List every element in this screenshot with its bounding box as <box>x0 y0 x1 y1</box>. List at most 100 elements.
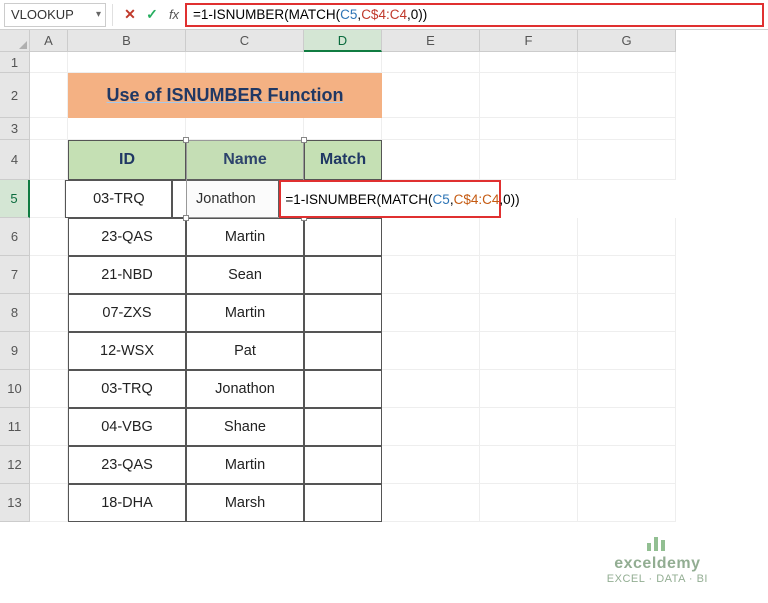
table-cell-id[interactable]: 03-TRQ <box>65 180 172 218</box>
cell-A12[interactable] <box>30 446 68 484</box>
row-header-6[interactable]: 6 <box>0 218 30 256</box>
table-cell-name[interactable]: Martin <box>186 218 304 256</box>
cell-A11[interactable] <box>30 408 68 446</box>
cell-E8[interactable] <box>382 294 480 332</box>
table-cell-name[interactable]: Sean <box>186 256 304 294</box>
cell-G9[interactable] <box>578 332 676 370</box>
cell-A6[interactable] <box>30 218 68 256</box>
cell-G11[interactable] <box>578 408 676 446</box>
cell-F10[interactable] <box>480 370 578 408</box>
table-cell-name[interactable]: Martin <box>186 446 304 484</box>
table-cell-match[interactable] <box>304 294 382 332</box>
formula-input[interactable]: =1-ISNUMBER(MATCH(C5,C$4:C4,0)) <box>185 3 764 27</box>
table-cell-match[interactable] <box>304 332 382 370</box>
row-header-11[interactable]: 11 <box>0 408 30 446</box>
row-header-2[interactable]: 2 <box>0 73 30 118</box>
insert-function-button[interactable]: fx <box>163 3 185 27</box>
cell-F7[interactable] <box>480 256 578 294</box>
cell-G1[interactable] <box>578 52 676 73</box>
cell-B3[interactable] <box>68 118 186 140</box>
cell-C1[interactable] <box>186 52 304 73</box>
cell-E4[interactable] <box>382 140 480 180</box>
table-cell-match[interactable] <box>304 256 382 294</box>
table-cell-name[interactable]: Jonathon <box>172 180 279 218</box>
cell-E2[interactable] <box>382 73 480 118</box>
cell-E13[interactable] <box>382 484 480 522</box>
name-box[interactable]: VLOOKUP ▾ <box>4 3 106 27</box>
cell-D3[interactable] <box>304 118 382 140</box>
cancel-button[interactable]: ✕ <box>119 3 141 27</box>
table-cell-id[interactable]: 03-TRQ <box>68 370 186 408</box>
table-cell-match[interactable] <box>304 408 382 446</box>
cell-A2[interactable] <box>30 73 68 118</box>
column-header-E[interactable]: E <box>382 30 480 52</box>
table-cell-match[interactable] <box>304 218 382 256</box>
row-header-5[interactable]: 5 <box>0 180 30 218</box>
table-cell-name[interactable]: Marsh <box>186 484 304 522</box>
cell-E3[interactable] <box>382 118 480 140</box>
table-cell-name[interactable]: Shane <box>186 408 304 446</box>
row-header-3[interactable]: 3 <box>0 118 30 140</box>
cell-F2[interactable] <box>480 73 578 118</box>
cell-G13[interactable] <box>578 484 676 522</box>
table-header-name[interactable]: Name <box>186 140 304 180</box>
cell-F1[interactable] <box>480 52 578 73</box>
column-header-F[interactable]: F <box>480 30 578 52</box>
cell-G3[interactable] <box>578 118 676 140</box>
row-header-13[interactable]: 13 <box>0 484 30 522</box>
cell-F9[interactable] <box>480 332 578 370</box>
cell-E9[interactable] <box>382 332 480 370</box>
cell-A13[interactable] <box>30 484 68 522</box>
row-header-10[interactable]: 10 <box>0 370 30 408</box>
cell-E7[interactable] <box>382 256 480 294</box>
row-header-1[interactable]: 1 <box>0 52 30 73</box>
table-cell-match[interactable] <box>304 370 382 408</box>
table-header-match[interactable]: Match <box>304 140 382 180</box>
cell-G4[interactable] <box>578 140 676 180</box>
table-cell-id[interactable]: 23-QAS <box>68 446 186 484</box>
column-header-A[interactable]: A <box>30 30 68 52</box>
cell-G6[interactable] <box>578 218 676 256</box>
cell-F3[interactable] <box>480 118 578 140</box>
table-cell-id[interactable]: 18-DHA <box>68 484 186 522</box>
table-cell-name[interactable]: Jonathon <box>186 370 304 408</box>
cell-G10[interactable] <box>578 370 676 408</box>
table-cell-id[interactable]: 21-NBD <box>68 256 186 294</box>
cell-A1[interactable] <box>30 52 68 73</box>
cell-G2[interactable] <box>578 73 676 118</box>
grid[interactable]: Use of ISNUMBER Function IDNameMatch 03-TR… <box>30 52 768 603</box>
row-header-9[interactable]: 9 <box>0 332 30 370</box>
table-cell-name[interactable]: Martin <box>186 294 304 332</box>
cell-A10[interactable] <box>30 370 68 408</box>
cell-C3[interactable] <box>186 118 304 140</box>
cell-A8[interactable] <box>30 294 68 332</box>
cell-G8[interactable] <box>578 294 676 332</box>
row-header-7[interactable]: 7 <box>0 256 30 294</box>
table-cell-id[interactable]: 04-VBG <box>68 408 186 446</box>
column-header-C[interactable]: C <box>186 30 304 52</box>
cell-A5[interactable] <box>30 180 65 218</box>
table-header-id[interactable]: ID <box>68 140 186 180</box>
cell-A4[interactable] <box>30 140 68 180</box>
cell-F8[interactable] <box>480 294 578 332</box>
cell-G7[interactable] <box>578 256 676 294</box>
row-header-4[interactable]: 4 <box>0 140 30 180</box>
name-box-dropdown-icon[interactable]: ▾ <box>96 9 101 20</box>
table-cell-match[interactable]: =1-ISNUMBER(MATCH(C5,C$4:C4,0)) <box>279 180 501 218</box>
cell-F13[interactable] <box>480 484 578 522</box>
cell-D1[interactable] <box>304 52 382 73</box>
column-header-B[interactable]: B <box>68 30 186 52</box>
row-header-12[interactable]: 12 <box>0 446 30 484</box>
table-cell-id[interactable]: 07-ZXS <box>68 294 186 332</box>
cell-A9[interactable] <box>30 332 68 370</box>
enter-button[interactable]: ✓ <box>141 3 163 27</box>
cell-F6[interactable] <box>480 218 578 256</box>
column-header-D[interactable]: D <box>304 30 382 52</box>
select-all-corner[interactable] <box>0 30 30 52</box>
column-header-G[interactable]: G <box>578 30 676 52</box>
cell-B1[interactable] <box>68 52 186 73</box>
cell-G12[interactable] <box>578 446 676 484</box>
table-cell-match[interactable] <box>304 484 382 522</box>
cell-B2[interactable]: Use of ISNUMBER Function <box>68 73 382 118</box>
editing-cell-formula[interactable]: =1-ISNUMBER(MATCH(C5,C$4:C4,0)) <box>285 192 519 207</box>
